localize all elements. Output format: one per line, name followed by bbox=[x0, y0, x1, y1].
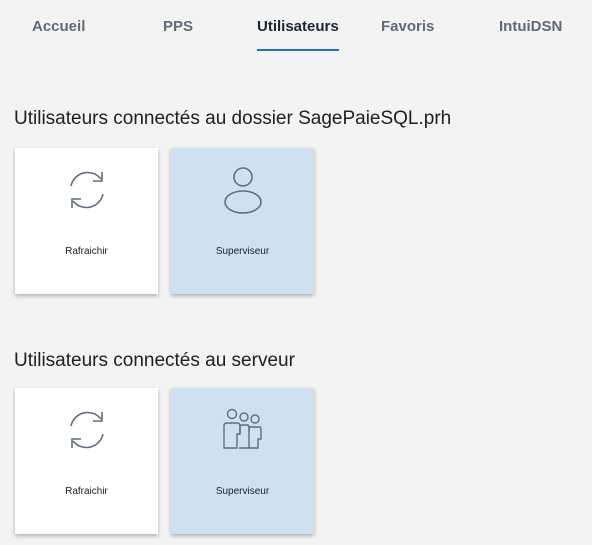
tab-label: PPS bbox=[163, 18, 194, 35]
tile-label: Rafraichir bbox=[65, 246, 108, 257]
user-icon bbox=[224, 167, 262, 214]
tab-pps[interactable]: PPS bbox=[163, 18, 193, 46]
tab-accueil[interactable]: Accueil bbox=[32, 18, 85, 46]
tab-label: Favoris bbox=[381, 18, 435, 35]
tab-label: IntuiDSN bbox=[499, 18, 563, 35]
users-group-icon bbox=[223, 408, 262, 449]
tab-label: Accueil bbox=[32, 18, 86, 35]
section-title-dossier: Utilisateurs connectés au dossier SagePa… bbox=[14, 108, 452, 129]
tile-label: Superviseur bbox=[215, 246, 270, 257]
refresh-icon bbox=[70, 411, 104, 449]
active-tab-indicator bbox=[257, 49, 339, 51]
superviseur-dossier-tile[interactable]: Superviseur bbox=[171, 148, 314, 294]
tab-favoris[interactable]: Favoris bbox=[381, 18, 434, 46]
refresh-serveur-button[interactable]: Rafraichir bbox=[15, 388, 158, 534]
tile-label: Superviseur bbox=[215, 486, 270, 497]
tab-intuidsn[interactable]: IntuiDSN bbox=[499, 18, 562, 46]
refresh-dossier-button[interactable]: Rafraichir bbox=[15, 148, 158, 294]
tab-label: Utilisateurs bbox=[257, 18, 339, 35]
tab-bar: Accueil PPS Utilisateurs Favoris IntuiDS… bbox=[0, 0, 592, 60]
tile-label: Rafraichir bbox=[65, 486, 108, 497]
superviseur-serveur-tile[interactable]: Superviseur bbox=[171, 388, 314, 534]
tab-utilisateurs[interactable]: Utilisateurs bbox=[257, 18, 339, 51]
refresh-icon bbox=[70, 171, 104, 209]
section-title-serveur: Utilisateurs connectés au serveur bbox=[14, 350, 295, 371]
